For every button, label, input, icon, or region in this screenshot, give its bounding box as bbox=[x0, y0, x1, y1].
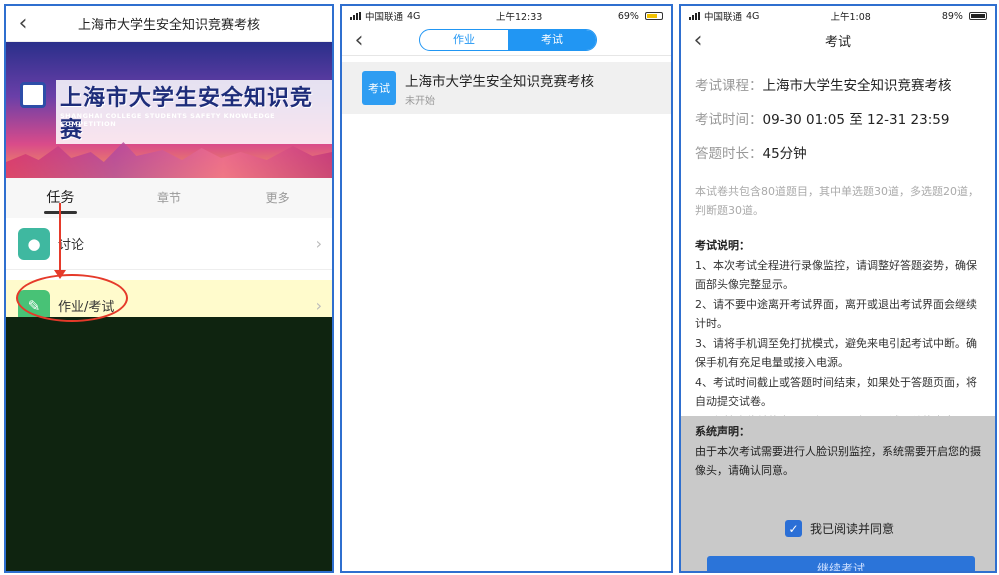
list-item-label: 讨论 bbox=[58, 238, 85, 253]
exam-status: 未开始 bbox=[405, 95, 435, 107]
battery-percent: 69% bbox=[617, 10, 639, 22]
signal-icon bbox=[350, 12, 361, 20]
duration-value: 45分钟 bbox=[762, 146, 807, 162]
duration-label: 答题时长： bbox=[695, 146, 763, 162]
battery-icon bbox=[645, 12, 663, 20]
network-label: 4G bbox=[407, 10, 421, 22]
course-banner: 上海市大学生安全知识竞赛 SHANGHAI COLLEGE STUDENTS S… bbox=[6, 42, 332, 178]
list-item-discussion[interactable]: ● 讨论 › bbox=[6, 218, 332, 270]
course-label: 考试课程： bbox=[695, 78, 763, 94]
status-bar: 中国联通 4G 上午1:08 89% bbox=[681, 6, 995, 26]
back-icon[interactable]: ‹ bbox=[6, 11, 40, 36]
declaration-text: 由于本次考试需要进行人脸识别监控，系统需要开启您的摄像头，请确认同意。 bbox=[695, 444, 981, 478]
continue-exam-button[interactable]: 继续考试 bbox=[707, 556, 975, 571]
city-skyline-graphic bbox=[6, 142, 332, 178]
agree-label: 我已阅读并同意 bbox=[810, 522, 895, 536]
chevron-right-icon: › bbox=[315, 296, 322, 315]
tab-tasks[interactable]: 任务 bbox=[6, 178, 115, 218]
exam-badge: 考试 bbox=[362, 71, 396, 105]
clock: 上午12:33 bbox=[495, 12, 543, 23]
back-icon[interactable]: ‹ bbox=[342, 28, 376, 53]
segmented-control: 作业 考试 bbox=[419, 29, 597, 51]
exam-list-item[interactable]: 考试 上海市大学生安全知识竞赛考核 未开始 bbox=[342, 62, 671, 114]
nav-bar: ‹ 考试 bbox=[681, 26, 995, 54]
agree-checkbox-row[interactable]: ✓ 我已阅读并同意 bbox=[785, 520, 894, 537]
battery-icon bbox=[968, 12, 987, 20]
signal-icon bbox=[689, 12, 700, 20]
page-title: 上海市大学生安全知识竞赛考核 bbox=[77, 18, 260, 33]
time-value: 09-30 01:05 至 12-31 23:59 bbox=[762, 112, 950, 128]
exam-title: 上海市大学生安全知识竞赛考核 bbox=[405, 73, 594, 90]
exam-info: 考试课程：上海市大学生安全知识竞赛考核 考试时间：09-30 01:05 至 1… bbox=[681, 54, 995, 162]
page-title: 考试 bbox=[824, 34, 851, 50]
nav-bar: ‹ 作业 考试 bbox=[342, 26, 671, 56]
declaration-heading: 系统声明： bbox=[695, 425, 750, 438]
tab-chapters[interactable]: 章节 bbox=[115, 178, 224, 218]
list-item-label: 作业/考试 bbox=[58, 300, 115, 315]
banner-subtitle: SHANGHAI COLLEGE STUDENTS SAFETY KNOWLED… bbox=[60, 112, 276, 128]
back-icon[interactable]: ‹ bbox=[681, 28, 715, 53]
battery-percent: 89% bbox=[941, 10, 963, 22]
note-item: 3、请将手机调至免打扰模式，避免来电引起考试中断。确保手机有充足电量或接入电源。 bbox=[695, 336, 977, 370]
course-tabs: 任务 章节 更多 bbox=[6, 178, 332, 218]
segment-homework[interactable]: 作业 bbox=[420, 30, 508, 50]
carrier-label: 中国联通 bbox=[365, 12, 404, 23]
nav-bar: ‹ 上海市大学生安全知识竞赛考核 bbox=[6, 6, 332, 42]
exam-description: 本试卷共包含80道题目，其中单选题30道，多选题20道，判断题30道。 bbox=[695, 185, 979, 217]
system-declaration: 系统声明： 由于本次考试需要进行人脸识别监控，系统需要开启您的摄像头，请确认同意… bbox=[695, 422, 981, 481]
course-value: 上海市大学生安全知识竞赛考核 bbox=[762, 78, 952, 94]
segment-exam[interactable]: 考试 bbox=[508, 30, 596, 50]
notes-heading: 考试说明： bbox=[695, 239, 750, 252]
note-item: 2、请不要中途离开考试界面，离开或退出考试界面会继续计时。 bbox=[695, 297, 977, 331]
checkbox-checked-icon[interactable]: ✓ bbox=[785, 520, 802, 537]
course-screen: ‹ 上海市大学生安全知识竞赛考核 上海市大学生安全知识竞赛 SHANGHAI C… bbox=[4, 4, 334, 573]
chat-bubble-icon: ● bbox=[18, 227, 50, 260]
network-label: 4G bbox=[746, 10, 760, 22]
carrier-label: 中国联通 bbox=[704, 12, 743, 23]
tab-more[interactable]: 更多 bbox=[223, 178, 332, 218]
exam-list-screen: 中国联通 4G 上午12:33 69% ‹ 作业 考试 考试 上海市大学生安全知… bbox=[340, 4, 673, 573]
clock: 上午1:08 bbox=[830, 12, 871, 23]
note-item: 4、考试时间截止或答题时间结束，如果处于答题页面，将自动提交试卷。 bbox=[695, 375, 977, 409]
competition-logo-icon bbox=[20, 82, 46, 108]
time-label: 考试时间： bbox=[695, 112, 763, 128]
exam-detail-screen: 中国联通 4G 上午1:08 89% ‹ 考试 考试课程：上海市大学生安全知识竞… bbox=[679, 4, 997, 573]
exam-notes: 考试说明： 1、本次考试全程进行录像监控，请调整好答题姿势，确保面部头像完整显示… bbox=[681, 220, 995, 431]
chevron-right-icon: › bbox=[315, 234, 322, 253]
dark-overlay bbox=[6, 317, 332, 571]
note-item: 1、本次考试全程进行录像监控，请调整好答题姿势，确保面部头像完整显示。 bbox=[695, 258, 977, 292]
status-bar: 中国联通 4G 上午12:33 69% bbox=[342, 6, 671, 26]
